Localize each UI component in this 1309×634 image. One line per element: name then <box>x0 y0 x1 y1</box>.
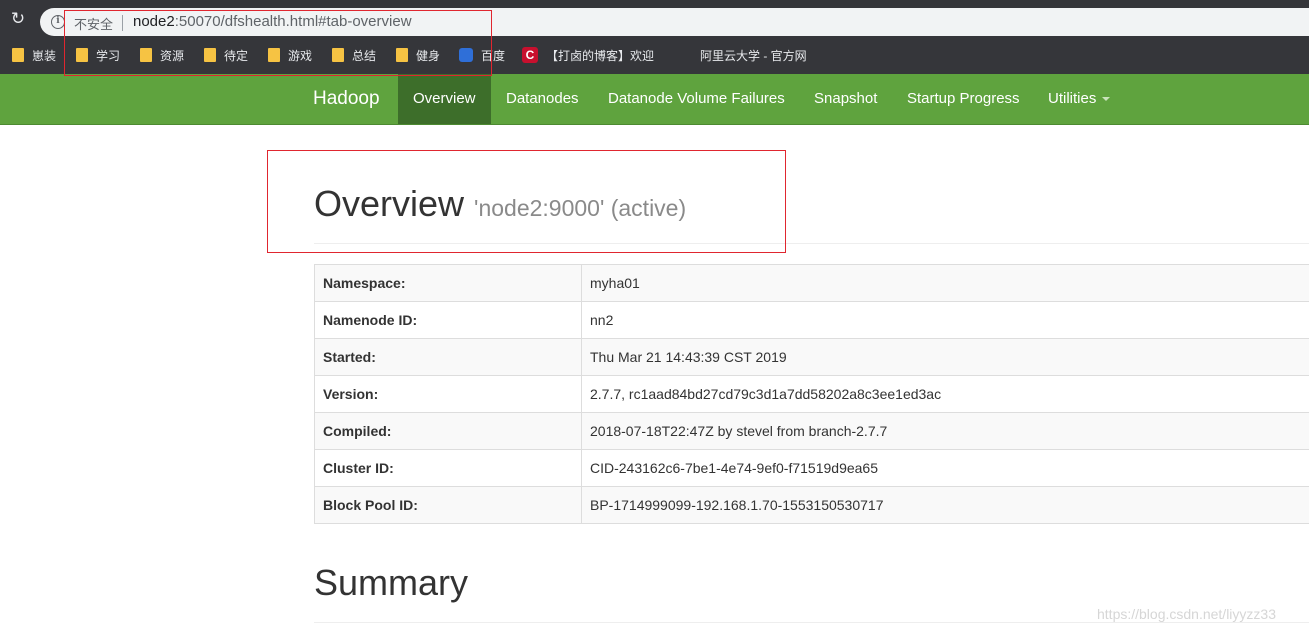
utilities-label: Utilities <box>1048 90 1097 107</box>
row-value: nn2 <box>581 301 1309 339</box>
row-key: Started: <box>314 338 582 376</box>
bookmark-csdn[interactable]: C 【打卤的博客】欢迎 <box>522 46 655 65</box>
annotation-box <box>267 150 786 253</box>
row-key: Block Pool ID: <box>314 486 582 524</box>
table-row: Block Pool ID: BP-1714999099-192.168.1.70… <box>314 486 1309 524</box>
row-key: Cluster ID: <box>314 449 582 487</box>
table-row: Namespace: myha01 <box>314 264 1309 302</box>
row-key: Namenode ID: <box>314 301 582 339</box>
row-value: 2018-07-18T22:47Z by stevel from branch-… <box>581 412 1309 450</box>
row-value: CID-243162c6-7be1-4e74-9ef0-f71519d9ea65 <box>581 449 1309 487</box>
hadoop-navbar: Hadoop Overview Datanodes Datanode Volum… <box>0 74 1309 125</box>
row-key: Compiled: <box>314 412 582 450</box>
bookmark-label: 阿里云大学 - 官方网 <box>700 49 807 63</box>
folder-icon <box>12 47 24 62</box>
watermark: https://blog.csdn.net/liyyzz33 <box>1097 606 1276 622</box>
bookmark-label: 【打卤的博客】欢迎 <box>546 49 655 63</box>
overview-table: Namespace: myha01 Namenode ID: nn2 Started… <box>314 264 1309 524</box>
divider <box>314 622 1309 623</box>
csdn-icon: C <box>522 46 538 63</box>
caret-down-icon <box>1102 97 1111 102</box>
row-value: BP-1714999099-192.168.1.70-1553150530717 <box>581 486 1309 524</box>
bookmark-folder[interactable]: 崽装 <box>12 47 56 65</box>
bookmark-label: 崽装 <box>32 49 57 63</box>
tab-snapshot[interactable]: Snapshot <box>814 74 877 124</box>
row-key: Version: <box>314 375 582 413</box>
reload-icon[interactable]: ↻ <box>8 9 28 29</box>
table-row: Namenode ID: nn2 <box>314 301 1309 339</box>
tab-utilities[interactable]: Utilities <box>1048 74 1111 124</box>
row-key: Namespace: <box>314 264 582 302</box>
row-value: 2.7.7, rc1aad84bd27cd79c3d1a7dd58202a8c3… <box>581 375 1309 413</box>
row-value: myha01 <box>581 264 1309 302</box>
bookmark-aliyun[interactable]: 阿里云大学 - 官方网 <box>700 47 807 65</box>
table-row: Started: Thu Mar 21 14:43:39 CST 2019 <box>314 338 1309 376</box>
table-row: Compiled: 2018-07-18T22:47Z by stevel fro… <box>314 412 1309 450</box>
summary-heading: Summary <box>314 562 469 603</box>
tab-startup-progress[interactable]: Startup Progress <box>907 74 1020 124</box>
row-value: Thu Mar 21 14:43:39 CST 2019 <box>581 338 1309 376</box>
tab-datanodes[interactable]: Datanodes <box>506 74 579 124</box>
tab-overview[interactable]: Overview <box>398 74 491 124</box>
table-row: Cluster ID: CID-243162c6-7be1-4e74-9ef0-f… <box>314 449 1309 487</box>
table-row: Version: 2.7.7, rc1aad84bd27cd79c3d1a7dd5… <box>314 375 1309 413</box>
info-icon[interactable]: i <box>51 15 65 29</box>
navbar-brand[interactable]: Hadoop <box>313 88 380 110</box>
annotation-box <box>64 10 492 76</box>
tab-datanode-volume-failures[interactable]: Datanode Volume Failures <box>608 74 785 124</box>
